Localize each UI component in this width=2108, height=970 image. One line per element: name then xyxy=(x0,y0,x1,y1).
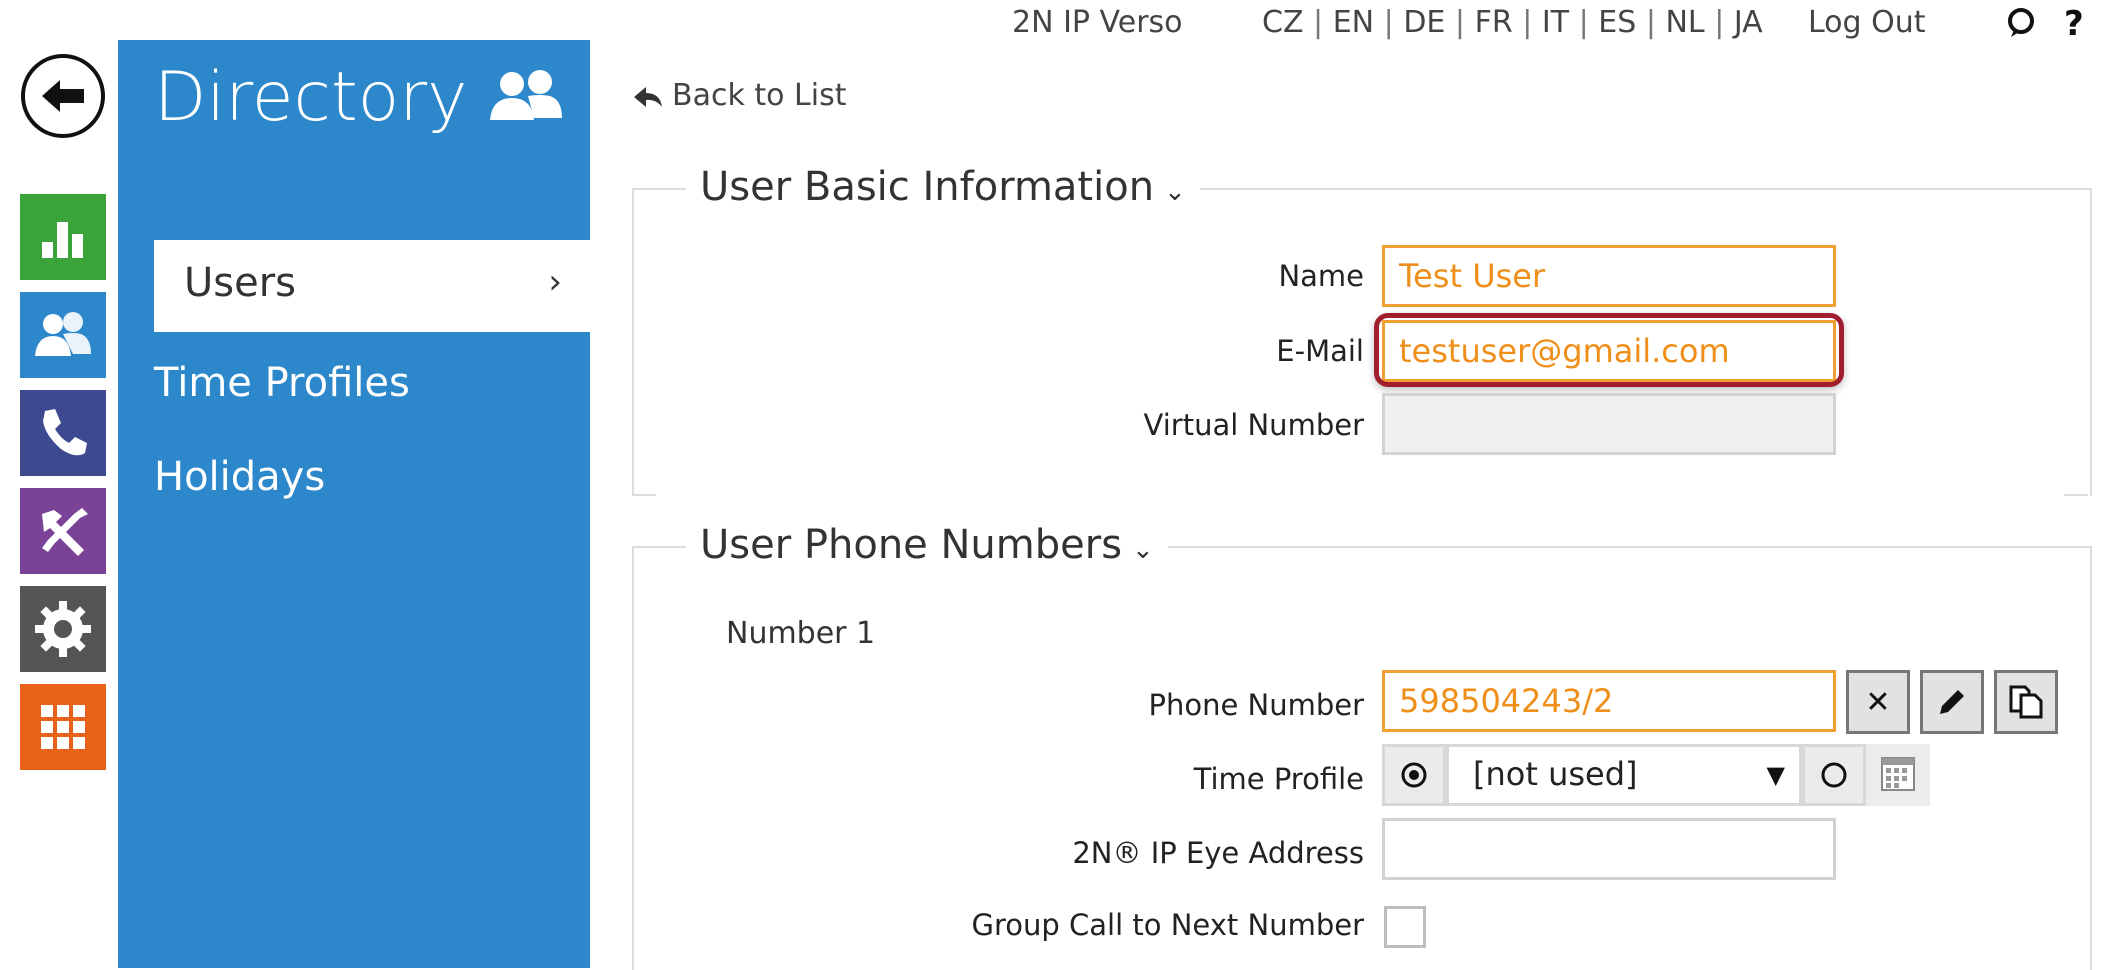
time-profile-select[interactable]: [not used] ▼ xyxy=(1446,744,1802,806)
section-title-label: User Phone Numbers xyxy=(700,522,1123,568)
copy-icon[interactable] xyxy=(1994,670,2058,734)
lang-es[interactable]: ES xyxy=(1598,5,1636,40)
system-icon[interactable] xyxy=(20,684,106,770)
chat-icon[interactable] xyxy=(2004,6,2038,49)
lang-fr[interactable]: FR xyxy=(1475,5,1513,40)
name-label: Name xyxy=(1278,259,1364,293)
back-to-list-link[interactable]: Back to List xyxy=(632,78,846,113)
group-call-checkbox[interactable] xyxy=(1384,906,1426,948)
language-selector: CZ | EN | DE | FR | IT | ES | NL | JA xyxy=(1262,5,1763,40)
email-highlight-frame xyxy=(1374,313,1844,387)
chevron-right-icon: › xyxy=(548,262,562,302)
edit-icon[interactable] xyxy=(1920,670,1984,734)
hardware-icon[interactable] xyxy=(20,488,106,574)
lang-ja[interactable]: JA xyxy=(1734,5,1763,40)
calls-icon[interactable] xyxy=(20,390,106,476)
users-icon xyxy=(488,66,564,130)
calendar-icon[interactable] xyxy=(1866,744,1930,806)
lang-cz[interactable]: CZ xyxy=(1262,5,1304,40)
phone-number-label: Phone Number xyxy=(1148,688,1364,722)
dropdown-arrow-icon: ▼ xyxy=(1766,761,1785,789)
virtual-number-input xyxy=(1382,393,1836,455)
chevron-down-icon: ⌄ xyxy=(1164,177,1186,207)
name-input[interactable] xyxy=(1382,245,1836,307)
user-phone-numbers-title[interactable]: User Phone Numbers ⌄ xyxy=(686,522,1168,568)
ip-eye-label: 2N® IP Eye Address xyxy=(1072,836,1364,870)
lang-nl[interactable]: NL xyxy=(1665,5,1704,40)
time-profile-label: Time Profile xyxy=(1193,762,1364,796)
email-label: E-Mail xyxy=(1276,334,1364,368)
time-profile-radio-select[interactable] xyxy=(1382,744,1446,806)
back-to-list-label: Back to List xyxy=(672,78,847,113)
services-icon[interactable] xyxy=(20,586,106,672)
group-call-label: Group Call to Next Number xyxy=(971,908,1364,942)
status-icon[interactable] xyxy=(20,194,106,280)
logout-link[interactable]: Log Out xyxy=(1808,5,1926,40)
back-arrow-icon xyxy=(42,80,84,112)
back-button[interactable] xyxy=(21,54,105,138)
device-name: 2N IP Verso xyxy=(1012,5,1183,40)
section-title-label: User Basic Information xyxy=(700,164,1155,210)
lang-en[interactable]: EN xyxy=(1333,5,1374,40)
sidebar-item-time-profiles[interactable]: Time Profiles xyxy=(154,360,410,406)
chevron-down-icon: ⌄ xyxy=(1132,535,1154,565)
sidebar-item-label: Users xyxy=(184,260,297,306)
panel-title: Directory xyxy=(154,58,468,137)
directory-panel: Directory Users › Time Profiles Holidays xyxy=(118,40,590,968)
number-heading: Number 1 xyxy=(726,616,876,651)
time-profile-value: [not used] xyxy=(1473,755,1638,793)
help-icon[interactable]: ? xyxy=(2064,4,2084,44)
ip-eye-input[interactable] xyxy=(1382,818,1836,880)
virtual-number-label: Virtual Number xyxy=(1143,408,1364,442)
clear-icon[interactable]: ✕ xyxy=(1846,670,1910,734)
sidebar-item-users[interactable]: Users › xyxy=(154,240,590,332)
lang-it[interactable]: IT xyxy=(1542,5,1569,40)
lang-de[interactable]: DE xyxy=(1403,5,1445,40)
phone-number-input[interactable] xyxy=(1382,670,1836,732)
user-basic-info-title[interactable]: User Basic Information ⌄ xyxy=(686,164,1200,210)
sidebar-item-holidays[interactable]: Holidays xyxy=(154,454,325,500)
time-profile-radio-custom[interactable] xyxy=(1802,744,1866,806)
directory-icon[interactable] xyxy=(20,292,106,378)
reply-arrow-icon xyxy=(634,86,662,107)
